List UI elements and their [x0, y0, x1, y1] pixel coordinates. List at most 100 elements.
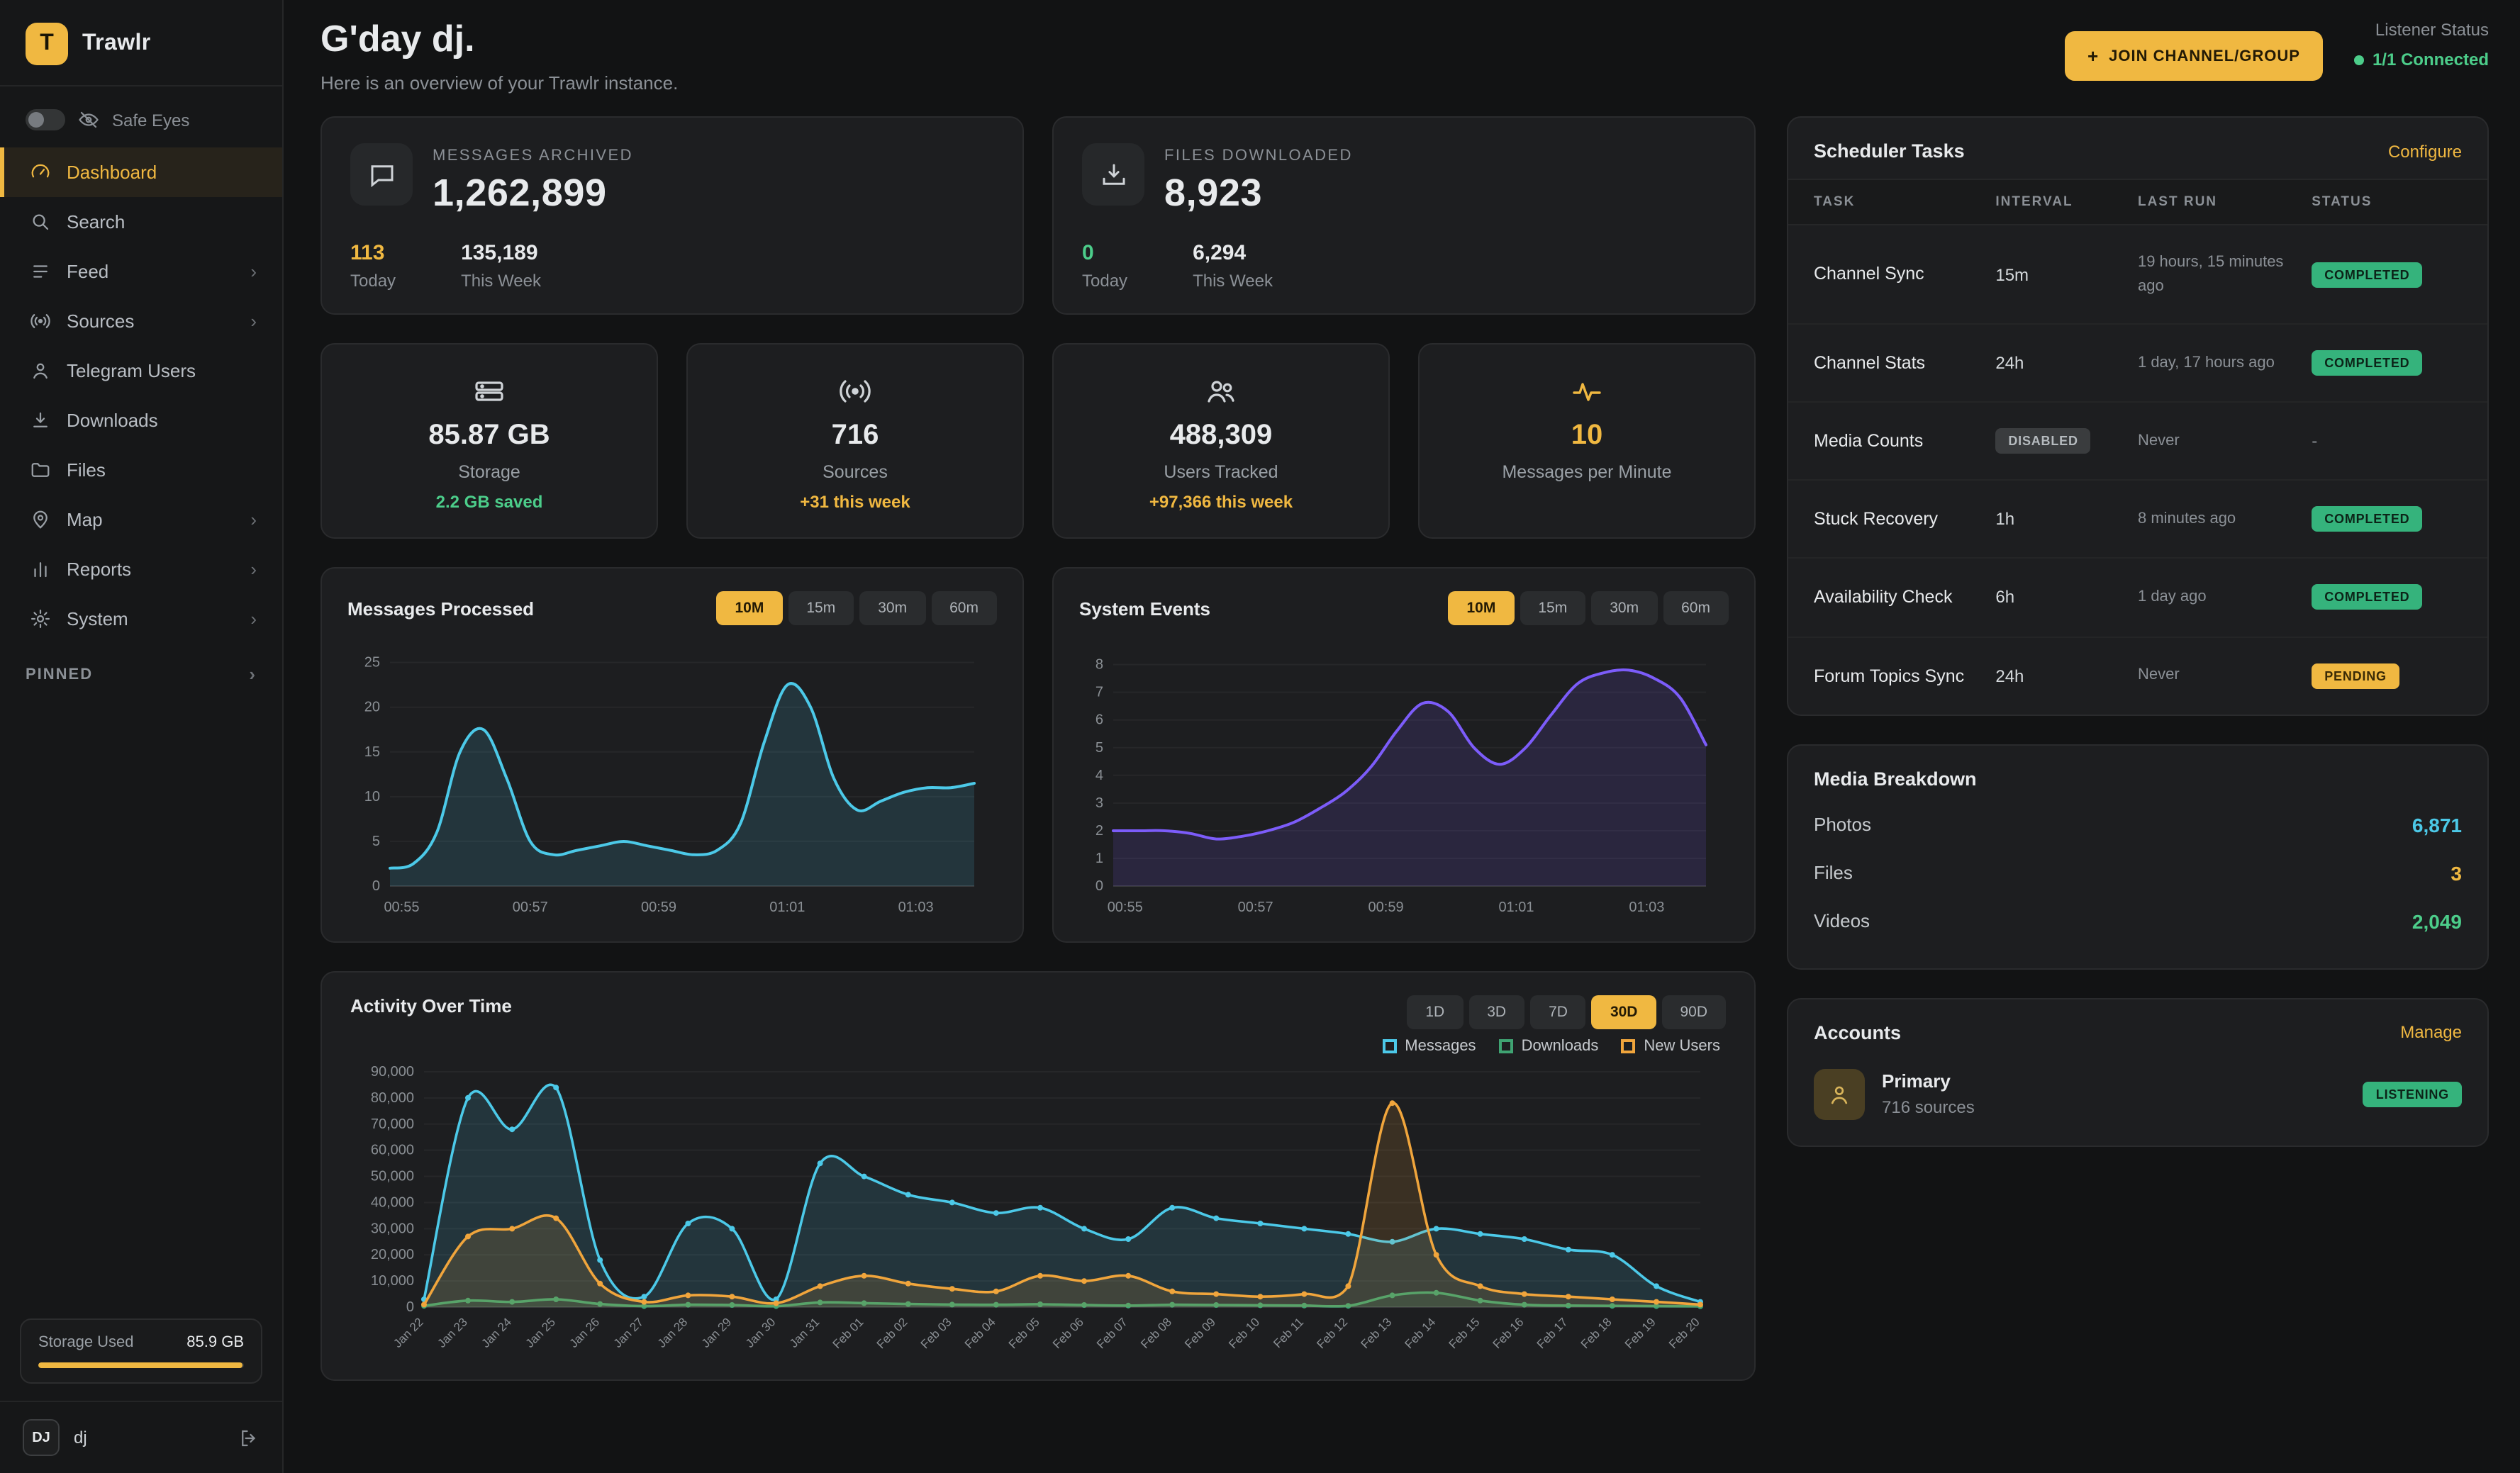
user-icon	[30, 360, 51, 381]
sidebar-item-dashboard[interactable]: Dashboard	[0, 147, 282, 197]
range-button[interactable]: 30m	[1591, 591, 1657, 625]
sources-card: 716 Sources +31 this week	[686, 343, 1024, 539]
logout-icon[interactable]	[238, 1427, 260, 1448]
svg-text:00:57: 00:57	[1238, 900, 1273, 915]
sidebar-item-downloads[interactable]: Downloads	[0, 396, 282, 445]
sidebar-item-feed[interactable]: Feed ›	[0, 247, 282, 296]
sidebar-item-telegram-users[interactable]: Telegram Users	[0, 346, 282, 396]
table-row: Stuck Recovery 1h 8 minutes ago COMPLETE…	[1788, 481, 2487, 559]
panel-title: Media Breakdown	[1814, 768, 1977, 789]
safe-eyes-label: Safe Eyes	[112, 110, 189, 130]
stat-week-label: This Week	[461, 271, 541, 291]
stat-label: Storage	[458, 462, 520, 482]
download-tray-icon	[1082, 143, 1144, 206]
chart-title: Messages Processed	[347, 598, 534, 619]
range-button[interactable]: 60m	[931, 591, 997, 625]
range-button[interactable]: 15m	[1520, 591, 1585, 625]
svg-text:Feb 12: Feb 12	[1314, 1315, 1350, 1351]
storage-card: 85.87 GB Storage 2.2 GB saved	[320, 343, 658, 539]
gear-icon	[30, 608, 51, 629]
chevron-right-icon: ›	[250, 559, 257, 580]
sidebar-item-system[interactable]: System ›	[0, 594, 282, 644]
svg-text:Feb 19: Feb 19	[1622, 1315, 1658, 1351]
media-row-files: Files 3	[1814, 848, 2462, 897]
range-button[interactable]: 15m	[788, 591, 854, 625]
svg-text:00:55: 00:55	[384, 900, 419, 915]
range-button[interactable]: 7D	[1530, 995, 1586, 1029]
sidebar-item-label: Telegram Users	[67, 360, 196, 381]
files-downloaded-card: FILES DOWNLOADED 8,923 0 Today 6,294	[1052, 116, 1756, 315]
svg-text:Feb 13: Feb 13	[1358, 1315, 1394, 1351]
range-button[interactable]: 30m	[859, 591, 925, 625]
svg-text:8: 8	[1095, 657, 1103, 673]
svg-text:Jan 31: Jan 31	[787, 1315, 823, 1350]
stat-value: 1,262,899	[433, 172, 633, 215]
svg-text:1: 1	[1095, 851, 1103, 866]
sidebar-item-search[interactable]: Search	[0, 197, 282, 247]
user-row: DJ dj	[0, 1401, 282, 1473]
bar-chart-icon	[30, 559, 51, 580]
sidebar-item-label: Sources	[67, 310, 134, 332]
svg-text:Feb 01: Feb 01	[830, 1315, 866, 1351]
svg-text:Jan 27: Jan 27	[611, 1315, 647, 1350]
stat-value: 85.87 GB	[428, 420, 550, 452]
range-button[interactable]: 10M	[1449, 591, 1515, 625]
scheduler-tasks-card: Scheduler Tasks Configure TASK INTERVAL …	[1787, 116, 2489, 715]
table-header: TASK INTERVAL LAST RUN STATUS	[1788, 179, 2487, 225]
svg-text:90,000: 90,000	[371, 1064, 414, 1080]
svg-text:80,000: 80,000	[371, 1090, 414, 1106]
stat-week-value: 135,189	[461, 241, 541, 265]
svg-text:Feb 02: Feb 02	[874, 1315, 910, 1351]
svg-text:Jan 26: Jan 26	[567, 1315, 603, 1350]
svg-text:Jan 23: Jan 23	[435, 1315, 470, 1350]
join-channel-button[interactable]: + JOIN CHANNEL/GROUP	[2065, 31, 2323, 81]
activity-over-time-card: Activity Over Time 1D 3D 7D 30D 90D Mess	[320, 971, 1756, 1381]
svg-text:10,000: 10,000	[371, 1273, 414, 1289]
svg-text:Feb 04: Feb 04	[962, 1315, 998, 1351]
legend-item-new-users: New Users	[1621, 1038, 1720, 1055]
range-button[interactable]: 1D	[1407, 995, 1463, 1029]
range-button[interactable]: 3D	[1468, 995, 1524, 1029]
sidebar-item-reports[interactable]: Reports ›	[0, 544, 282, 594]
users-icon	[1204, 373, 1238, 410]
chart-title: System Events	[1079, 598, 1210, 619]
stat-today-label: Today	[350, 271, 396, 291]
listener-status-label: Listener Status	[2354, 20, 2489, 40]
chevron-right-icon: ›	[250, 509, 257, 530]
svg-text:10: 10	[364, 789, 380, 805]
svg-text:Feb 03: Feb 03	[918, 1315, 954, 1351]
stat-week-label: This Week	[1193, 271, 1273, 291]
legend-swatch	[1499, 1039, 1513, 1053]
svg-text:5: 5	[372, 834, 380, 849]
user-avatar[interactable]: DJ	[23, 1419, 60, 1456]
configure-link[interactable]: Configure	[2388, 141, 2462, 161]
sidebar-item-files[interactable]: Files	[0, 445, 282, 495]
svg-text:Feb 08: Feb 08	[1138, 1315, 1174, 1351]
sidebar-item-sources[interactable]: Sources ›	[0, 296, 282, 346]
svg-text:20,000: 20,000	[371, 1247, 414, 1262]
logo-icon: T	[26, 23, 68, 65]
range-button[interactable]: 30D	[1592, 995, 1656, 1029]
range-button[interactable]: 60m	[1663, 591, 1729, 625]
range-button[interactable]: 10M	[717, 591, 783, 625]
svg-text:Feb 09: Feb 09	[1182, 1315, 1218, 1351]
sidebar-item-label: Map	[67, 509, 103, 530]
table-row: Media Counts DISABLED Never -	[1788, 403, 2487, 481]
stat-today-value: 0	[1082, 241, 1127, 265]
sidebar-pinned-section[interactable]: PINNED ›	[0, 644, 282, 705]
sidebar-item-map[interactable]: Map ›	[0, 495, 282, 544]
app-logo: T Trawlr	[0, 0, 282, 85]
chevron-right-icon: ›	[250, 261, 257, 282]
eye-off-icon	[78, 109, 99, 130]
svg-text:Feb 05: Feb 05	[1006, 1315, 1042, 1351]
manage-link[interactable]: Manage	[2400, 1022, 2462, 1042]
chart-legend: Messages Downloads New Users	[350, 1038, 1720, 1055]
safe-eyes-toggle[interactable]	[26, 109, 65, 130]
svg-text:5: 5	[1095, 740, 1103, 756]
range-buttons: 1D 3D 7D 30D 90D	[1407, 995, 1726, 1029]
drive-icon	[472, 373, 506, 410]
range-button[interactable]: 90D	[1661, 995, 1726, 1029]
svg-text:01:03: 01:03	[1629, 900, 1664, 915]
svg-text:Feb 07: Feb 07	[1094, 1315, 1130, 1351]
system-events-card: System Events 10M 15m 30m 60m 0123456780…	[1052, 567, 1756, 943]
